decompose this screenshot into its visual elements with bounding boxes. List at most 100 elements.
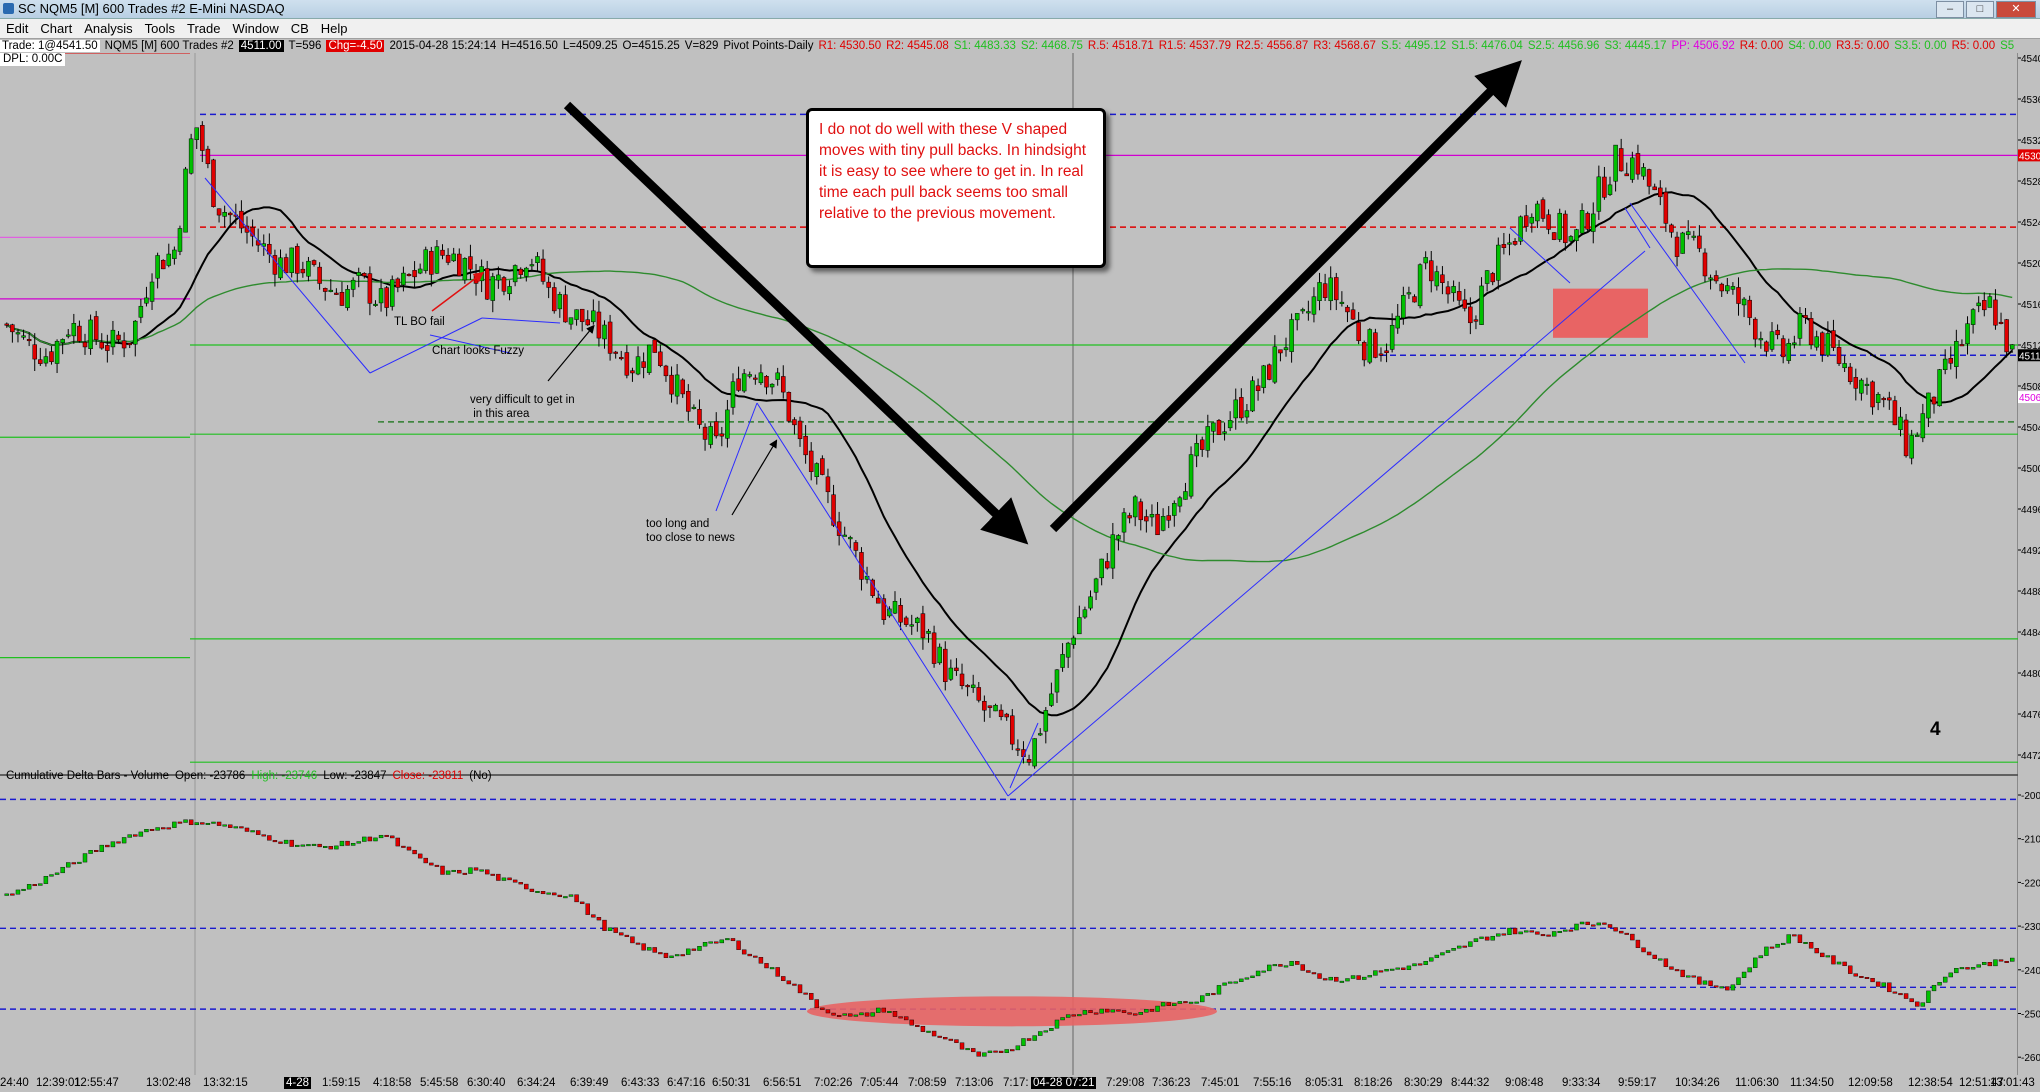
candle-body [1283, 347, 1289, 351]
candle-body [1289, 319, 1294, 352]
pivot-r5: R5: 0.00 [1951, 40, 1996, 52]
pivot-s1: S1: 4483.33 [953, 40, 1016, 52]
delta-bar [1144, 1008, 1149, 1013]
delta-bar [1300, 964, 1305, 971]
time-axis-label: 7:17: [1003, 1077, 1029, 1089]
candle-body [1808, 318, 1814, 346]
candle-body [1752, 318, 1758, 340]
delta-bar [859, 1012, 864, 1016]
delta-bar [1920, 1002, 1926, 1007]
maximize-button[interactable]: □ [1966, 1, 1994, 18]
candle-body [1914, 434, 1920, 437]
delta-bar [552, 892, 557, 896]
candle-body [1194, 443, 1199, 457]
time-axis-label: 10:34:26 [1675, 1077, 1720, 1089]
delta-bar [1311, 972, 1317, 975]
candle-body [635, 356, 641, 375]
delta-bar [1926, 990, 1931, 1003]
candle-body [295, 246, 300, 274]
menu-trade[interactable]: Trade [181, 19, 226, 38]
delta-bar [848, 1013, 853, 1017]
candle-body [736, 378, 741, 391]
time-axis-label: 9:59:17 [1618, 1077, 1657, 1089]
menu-chart[interactable]: Chart [34, 19, 78, 38]
delta-bar [362, 836, 367, 842]
candle-body [339, 291, 345, 306]
delta-bar [786, 980, 792, 985]
candle-body [188, 138, 194, 174]
delta-bar [1200, 995, 1205, 1003]
candle-body [423, 249, 429, 271]
candle-body [758, 372, 764, 384]
menu-cb[interactable]: CB [285, 19, 315, 38]
menu-analysis[interactable]: Analysis [78, 19, 138, 38]
delta-bar [278, 841, 283, 844]
delta-bar [1551, 931, 1557, 937]
candle-body [1456, 291, 1462, 301]
delta-bar [1160, 1002, 1166, 1007]
candle-body [1585, 213, 1590, 230]
candle-body [1205, 426, 1211, 451]
close-button[interactable]: ✕ [1996, 1, 2036, 18]
candle-body [1747, 299, 1752, 318]
menu-edit[interactable]: Edit [0, 19, 34, 38]
delta-bar [1261, 970, 1266, 973]
candle-body [1144, 516, 1149, 522]
delta-bar [976, 1051, 981, 1057]
menu-window[interactable]: Window [226, 19, 284, 38]
delta-bar [32, 884, 37, 887]
delta-bar [1322, 978, 1328, 981]
delta-bar [948, 1038, 954, 1041]
delta-bar [1222, 982, 1227, 986]
delta-tick-label: -23000 [2021, 922, 2040, 933]
candle-body [1630, 157, 1635, 180]
candle-body [719, 433, 725, 437]
candle-body [1255, 385, 1261, 391]
candle-body [1300, 309, 1306, 312]
delta-bar [1451, 948, 1456, 951]
delta-bar [1529, 930, 1535, 933]
delta-bar [808, 993, 814, 1000]
delta-bar [803, 992, 808, 995]
candle-body [1797, 313, 1803, 339]
candle-body [1825, 333, 1831, 356]
candle-body [373, 303, 378, 306]
delta-bar [194, 822, 199, 826]
candle-body [1077, 617, 1082, 635]
delta-bar [1820, 952, 1825, 958]
delta-bar [892, 1011, 898, 1017]
menu-help[interactable]: Help [315, 19, 354, 38]
delta-bar [931, 1030, 937, 1037]
minimize-button[interactable]: – [1936, 1, 1964, 18]
delta-bar [1077, 1014, 1082, 1017]
delta-panel-header: Cumulative Delta Bars - Volume Open: -237… [6, 770, 498, 782]
candle-body [1361, 342, 1367, 361]
candle-body [32, 344, 37, 360]
delta-bar [233, 826, 239, 829]
pivot-r4: R4: 0.00 [1739, 40, 1784, 52]
delta-bar [211, 821, 216, 824]
time-axis-label: 6:50:31 [712, 1077, 751, 1089]
candle-body [1250, 380, 1255, 412]
price-tick-label: 4536.00 [2021, 95, 2040, 106]
delta-bar [898, 1016, 903, 1019]
pivot-s25: S2.5: 4456.96 [1527, 40, 1600, 52]
candle-body [1948, 357, 1954, 364]
delta-bar [244, 827, 250, 832]
candle-body [10, 324, 15, 333]
candle-body [99, 342, 105, 349]
candle-body [1395, 315, 1400, 329]
candle-body [607, 321, 613, 354]
candle-body [406, 274, 412, 277]
candle-body [1155, 513, 1160, 536]
delta-bar [462, 872, 468, 875]
candle-body [1596, 176, 1602, 212]
pivot-s15: S1.5: 4476.04 [1451, 40, 1523, 52]
candle-body [177, 228, 183, 252]
price-tick-label: 4532.00 [2021, 136, 2040, 147]
delta-bar [1378, 970, 1384, 973]
delta-bar [1116, 1009, 1121, 1012]
delta-bar [903, 1016, 909, 1021]
delta-bar [1970, 967, 1976, 970]
menu-tools[interactable]: Tools [139, 19, 181, 38]
